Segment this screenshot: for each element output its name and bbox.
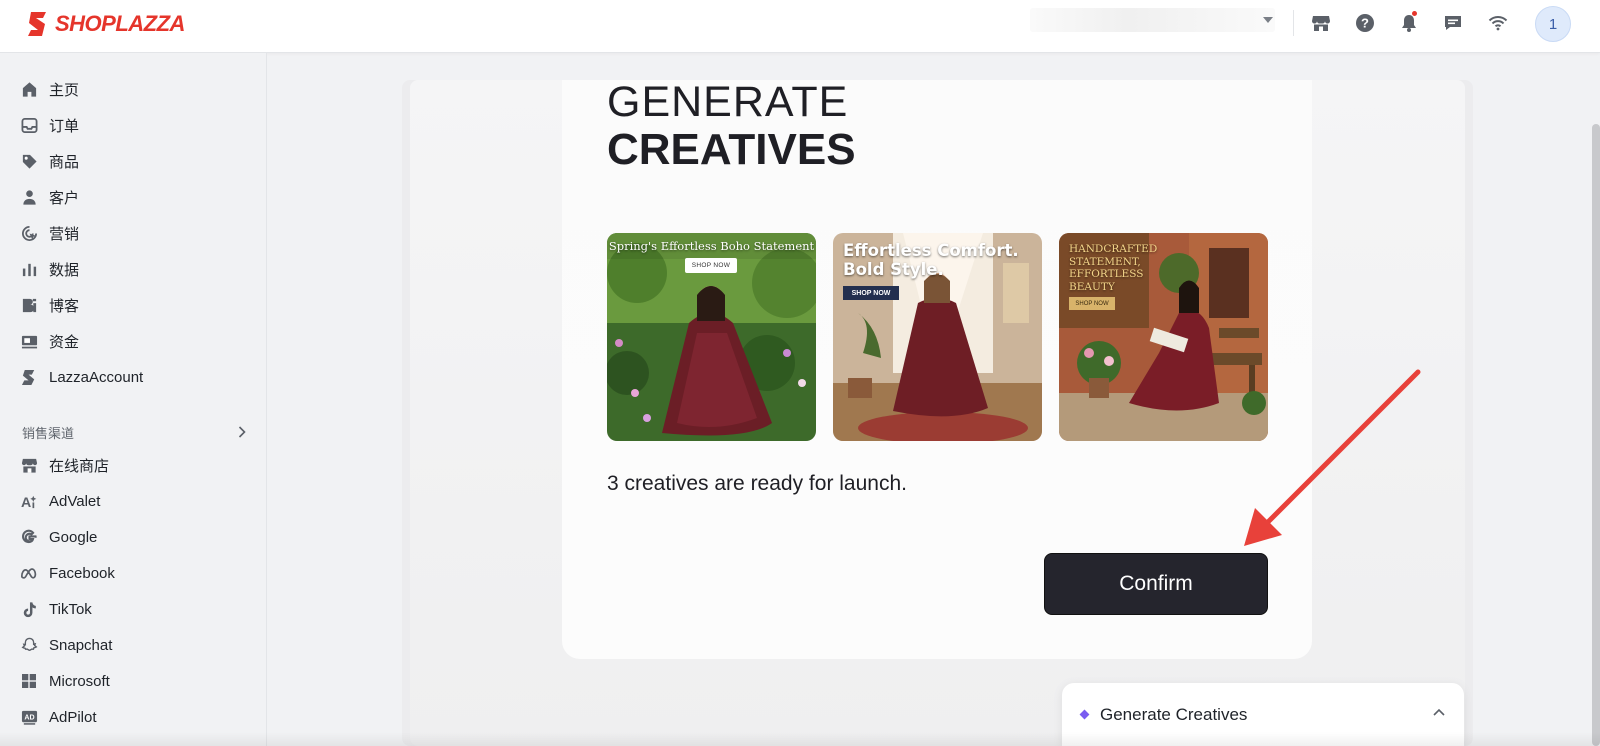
- creative-2-cta: SHOP NOW: [843, 286, 899, 300]
- sidebar-item-microsoft[interactable]: Microsoft: [20, 667, 250, 695]
- sidebar-item-home[interactable]: 主页: [20, 75, 250, 103]
- home-icon: [20, 80, 38, 98]
- tag-icon: [20, 152, 38, 170]
- store-selector-caret-icon[interactable]: [1263, 17, 1273, 23]
- snapchat-icon: [20, 636, 38, 654]
- svg-text:A: A: [21, 495, 31, 510]
- notification-dot: [1412, 11, 1417, 16]
- sidebar-item-blog[interactable]: 博客: [20, 291, 250, 319]
- sales-channels-header[interactable]: 销售渠道: [22, 421, 247, 443]
- sidebar-item-finance[interactable]: 资金: [20, 327, 250, 355]
- bar-chart-icon: [20, 260, 38, 278]
- sidebar-item-label: Snapchat: [49, 636, 113, 654]
- advalet-icon: A: [20, 492, 38, 510]
- sidebar-item-label: Microsoft: [49, 672, 110, 690]
- page-title-line1: GENERATE: [607, 78, 849, 126]
- sidebar-item-adpilot[interactable]: AD AdPilot: [20, 703, 250, 731]
- chat-icon[interactable]: [1440, 10, 1466, 36]
- sidebar-item-label: AdValet: [49, 492, 101, 510]
- store-icon: [20, 456, 38, 474]
- sidebar-item-google[interactable]: Google: [20, 523, 250, 551]
- shoplazza-logo[interactable]: SHOPLAZZA: [26, 10, 185, 38]
- creative-3-cta: SHOP NOW: [1069, 297, 1115, 310]
- wifi-icon[interactable]: [1485, 10, 1511, 36]
- sidebar-item-label: 在线商店: [49, 457, 110, 475]
- sales-channels-label: 销售渠道: [22, 425, 75, 441]
- sidebar-item-orders[interactable]: 订单: [20, 111, 250, 139]
- tiktok-icon: [20, 600, 38, 618]
- sidebar-item-tiktok[interactable]: TikTok: [20, 595, 250, 623]
- confirm-button[interactable]: Confirm: [1044, 553, 1268, 615]
- help-icon[interactable]: ?: [1352, 10, 1378, 36]
- blog-icon: [20, 296, 38, 314]
- sidebar-item-customers[interactable]: 客户: [20, 183, 250, 211]
- diamond-icon: [1079, 709, 1090, 720]
- sidebar-item-marketing[interactable]: 营销: [20, 219, 250, 247]
- sidebar-item-label: 资金: [49, 333, 80, 351]
- lazza-icon: [20, 368, 38, 386]
- top-bar: SHOPLAZZA ? 1: [0, 0, 1600, 53]
- chevron-up-icon[interactable]: [1432, 707, 1446, 717]
- sidebar-item-analytics[interactable]: 数据: [20, 255, 250, 283]
- sidebar-item-snapchat[interactable]: Snapchat: [20, 631, 250, 659]
- chevron-right-icon: [238, 426, 246, 438]
- google-icon: [20, 528, 38, 546]
- sidebar-item-products[interactable]: 商品: [20, 147, 250, 175]
- wallet-icon: [20, 332, 38, 350]
- sidebar-item-label: 营销: [49, 225, 80, 243]
- inbox-icon: [20, 116, 38, 134]
- sidebar-item-label: 博客: [49, 297, 80, 315]
- sidebar-item-label: TikTok: [49, 600, 92, 618]
- creative-thumbnail-1[interactable]: Spring's Effortless Boho Statement SHOP …: [607, 233, 816, 441]
- page-title-line2: CREATIVES: [607, 125, 856, 174]
- avatar[interactable]: 1: [1535, 6, 1571, 42]
- store-icon[interactable]: [1308, 10, 1334, 36]
- creative-3-headline: HANDCRAFTED STATEMENT, EFFORTLESS BEAUTY: [1069, 243, 1158, 293]
- svg-text:?: ?: [1361, 16, 1369, 31]
- shoplazza-logo-icon: [28, 12, 46, 36]
- annotation-arrow-icon: [1244, 369, 1421, 546]
- sidebar-item-online-store[interactable]: 在线商店: [20, 451, 250, 479]
- sidebar-item-label: 订单: [49, 117, 80, 135]
- svg-text:AD: AD: [24, 713, 34, 721]
- creative-2-headline: Effortless Comfort. Bold Style.: [843, 241, 1019, 279]
- sidebar-item-label: 数据: [49, 261, 80, 279]
- sidebar-item-label: AdPilot: [49, 708, 97, 726]
- user-icon: [20, 188, 38, 206]
- bottom-shadow: [0, 732, 1600, 746]
- marketing-icon: [20, 224, 38, 242]
- meta-icon: [20, 564, 38, 582]
- brand-name: SHOPLAZZA: [55, 11, 185, 36]
- store-selector[interactable]: [1030, 8, 1275, 32]
- adpilot-icon: AD: [20, 708, 38, 726]
- page-scrollbar[interactable]: [1592, 124, 1600, 746]
- microsoft-icon: [20, 672, 38, 690]
- creative-1-headline: Spring's Effortless Boho Statement: [608, 239, 815, 253]
- float-panel-title: Generate Creatives: [1100, 704, 1248, 724]
- creative-1-cta: SHOP NOW: [685, 258, 737, 273]
- sidebar-item-lazzaaccount[interactable]: LazzaAccount: [20, 363, 250, 391]
- sidebar: 主页 订单 商品 客户 营销 数据 博客 资金 LazzaAccount 销售渠…: [0, 53, 267, 746]
- creative-thumbnail-2[interactable]: Effortless Comfort. Bold Style. SHOP NOW: [833, 233, 1042, 441]
- sidebar-item-label: LazzaAccount: [49, 368, 144, 386]
- sidebar-item-label: 客户: [49, 189, 80, 207]
- sidebar-item-label: 主页: [49, 81, 80, 99]
- sidebar-item-advalet[interactable]: A AdValet: [20, 487, 250, 515]
- sidebar-item-label: 商品: [49, 153, 80, 171]
- sidebar-item-label: Facebook: [49, 564, 115, 582]
- bell-icon[interactable]: [1396, 10, 1422, 36]
- header-divider: [1293, 10, 1294, 36]
- sidebar-item-label: Google: [49, 528, 98, 546]
- ready-status-text: 3 creatives are ready for launch.: [607, 472, 907, 495]
- sidebar-item-facebook[interactable]: Facebook: [20, 559, 250, 587]
